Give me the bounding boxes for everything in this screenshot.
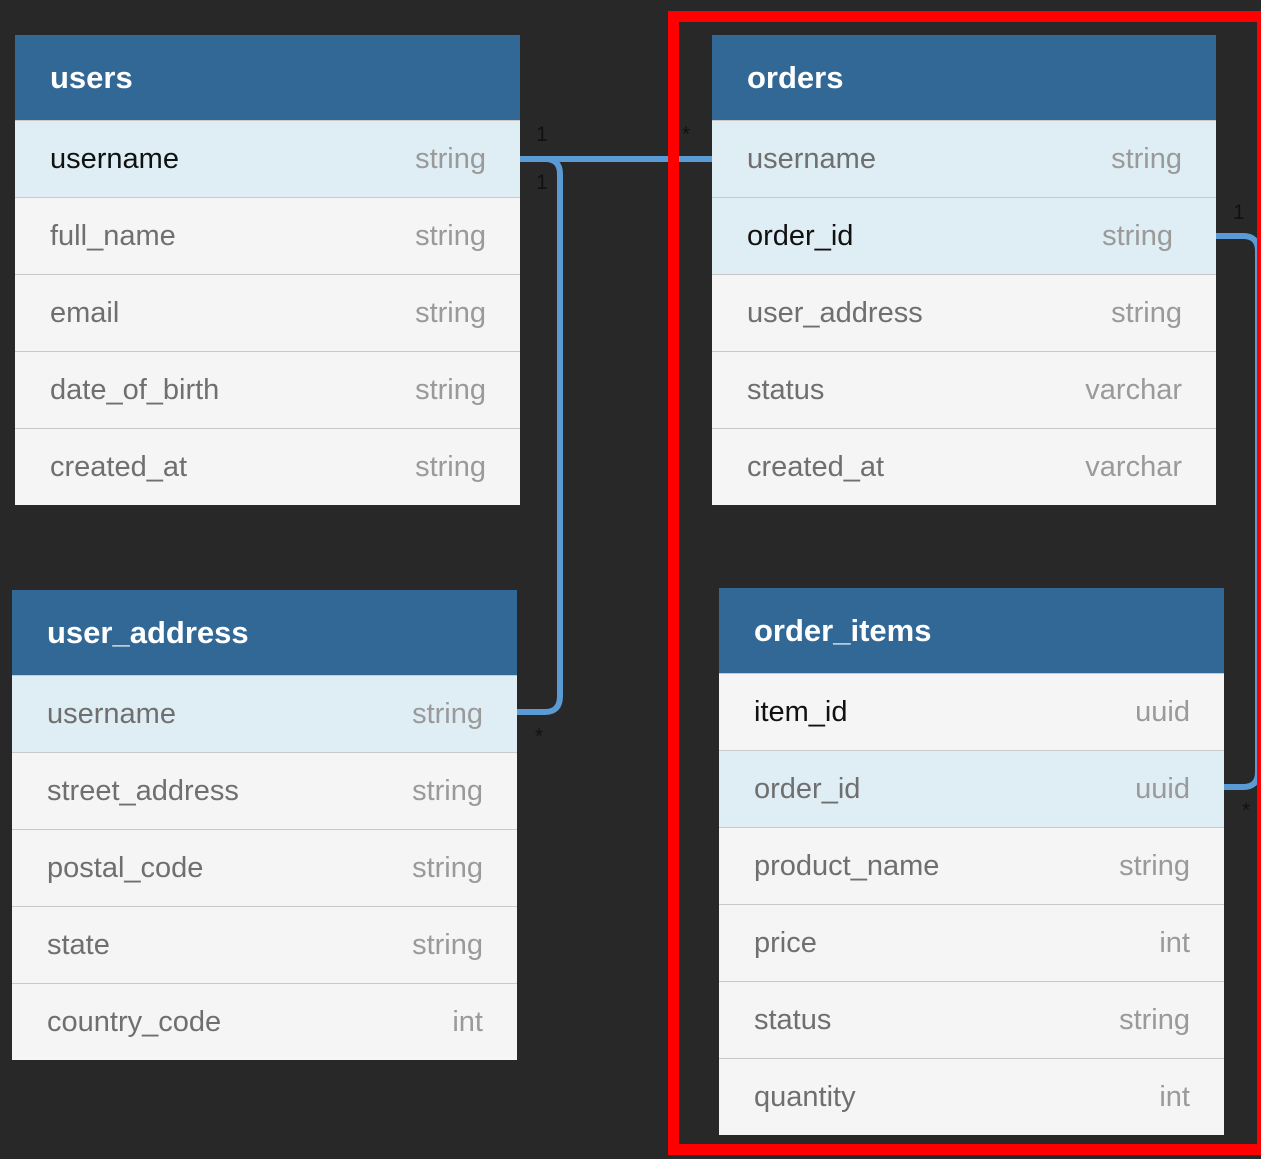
table-row[interactable]: state string xyxy=(12,906,517,983)
table-row[interactable]: username string xyxy=(15,120,520,197)
field-name: product_name xyxy=(754,849,940,882)
table-row[interactable]: product_name string xyxy=(719,827,1224,904)
er-diagram-canvas: users username string full_name string e… xyxy=(0,0,1261,1159)
field-name: quantity xyxy=(754,1080,856,1113)
table-title: order_items xyxy=(719,588,1224,673)
field-name: state xyxy=(47,928,110,961)
field-type: string xyxy=(415,450,486,483)
field-type: string xyxy=(412,697,483,730)
table-row[interactable]: street_address string xyxy=(12,752,517,829)
field-name: username xyxy=(50,142,179,175)
field-type: varchar xyxy=(1085,450,1182,483)
field-type: string xyxy=(412,851,483,884)
cardinality-label: * xyxy=(682,123,691,146)
field-type: string xyxy=(1111,142,1182,175)
field-name: item_id xyxy=(754,695,848,728)
field-name: date_of_birth xyxy=(50,373,220,406)
field-name: username xyxy=(47,697,176,730)
table-title: users xyxy=(15,35,520,120)
field-type: int xyxy=(1159,1080,1190,1113)
field-name: created_at xyxy=(50,450,188,483)
field-name: email xyxy=(50,296,120,329)
field-type: string xyxy=(415,219,486,252)
field-type: string xyxy=(1119,1003,1190,1036)
field-type: string xyxy=(415,142,486,175)
table-row[interactable]: username string xyxy=(12,675,517,752)
field-type: int xyxy=(1159,926,1190,959)
field-name: username xyxy=(747,142,876,175)
field-name: order_id xyxy=(747,219,854,252)
cardinality-label: 1 xyxy=(1233,201,1245,224)
field-name: street_address xyxy=(47,774,239,807)
table-row[interactable]: created_at varchar xyxy=(712,428,1216,505)
table-title: orders xyxy=(712,35,1216,120)
table-row[interactable]: username string xyxy=(712,120,1216,197)
table-order-items[interactable]: order_items item_id uuid order_id uuid p… xyxy=(719,588,1224,1135)
table-row[interactable]: postal_code string xyxy=(12,829,517,906)
table-row[interactable]: quantity int xyxy=(719,1058,1224,1135)
table-row[interactable]: order_id string xyxy=(712,197,1216,274)
field-name: status xyxy=(754,1003,832,1036)
table-row[interactable]: created_at string xyxy=(15,428,520,505)
table-row[interactable]: order_id uuid xyxy=(719,750,1224,827)
table-user-address[interactable]: user_address username string street_addr… xyxy=(12,590,517,1060)
cardinality-label: 1 xyxy=(536,123,548,146)
field-name: full_name xyxy=(50,219,176,252)
table-row[interactable]: status string xyxy=(719,981,1224,1058)
field-type: varchar xyxy=(1085,373,1182,406)
field-name: created_at xyxy=(747,450,885,483)
cardinality-label: * xyxy=(535,725,544,748)
table-row[interactable]: date_of_birth string xyxy=(15,351,520,428)
table-title: user_address xyxy=(12,590,517,675)
field-type: string xyxy=(1119,849,1190,882)
table-row[interactable]: price int xyxy=(719,904,1224,981)
field-type: string xyxy=(415,373,486,406)
table-row[interactable]: status varchar xyxy=(712,351,1216,428)
cardinality-label: 1 xyxy=(536,171,548,194)
field-name: postal_code xyxy=(47,851,204,884)
field-type: string xyxy=(412,928,483,961)
table-row[interactable]: email string xyxy=(15,274,520,351)
table-users[interactable]: users username string full_name string e… xyxy=(15,35,520,505)
field-name: status xyxy=(747,373,825,406)
connector-users-user-address xyxy=(517,156,563,715)
field-name: order_id xyxy=(754,772,861,805)
field-name: price xyxy=(754,926,817,959)
table-row[interactable]: country_code int xyxy=(12,983,517,1060)
field-type: int xyxy=(452,1005,483,1038)
field-type: uuid xyxy=(1135,772,1190,805)
field-name: user_address xyxy=(747,296,923,329)
field-type: uuid xyxy=(1135,695,1190,728)
field-type: string xyxy=(412,774,483,807)
table-row[interactable]: item_id uuid xyxy=(719,673,1224,750)
table-orders[interactable]: orders username string order_id string u… xyxy=(712,35,1216,505)
field-type: string xyxy=(415,296,486,329)
cardinality-label: * xyxy=(1242,799,1251,822)
field-type: string xyxy=(1111,296,1182,329)
field-name: country_code xyxy=(47,1005,222,1038)
table-row[interactable]: full_name string xyxy=(15,197,520,274)
table-row[interactable]: user_address string xyxy=(712,274,1216,351)
field-type: string xyxy=(1102,219,1173,252)
